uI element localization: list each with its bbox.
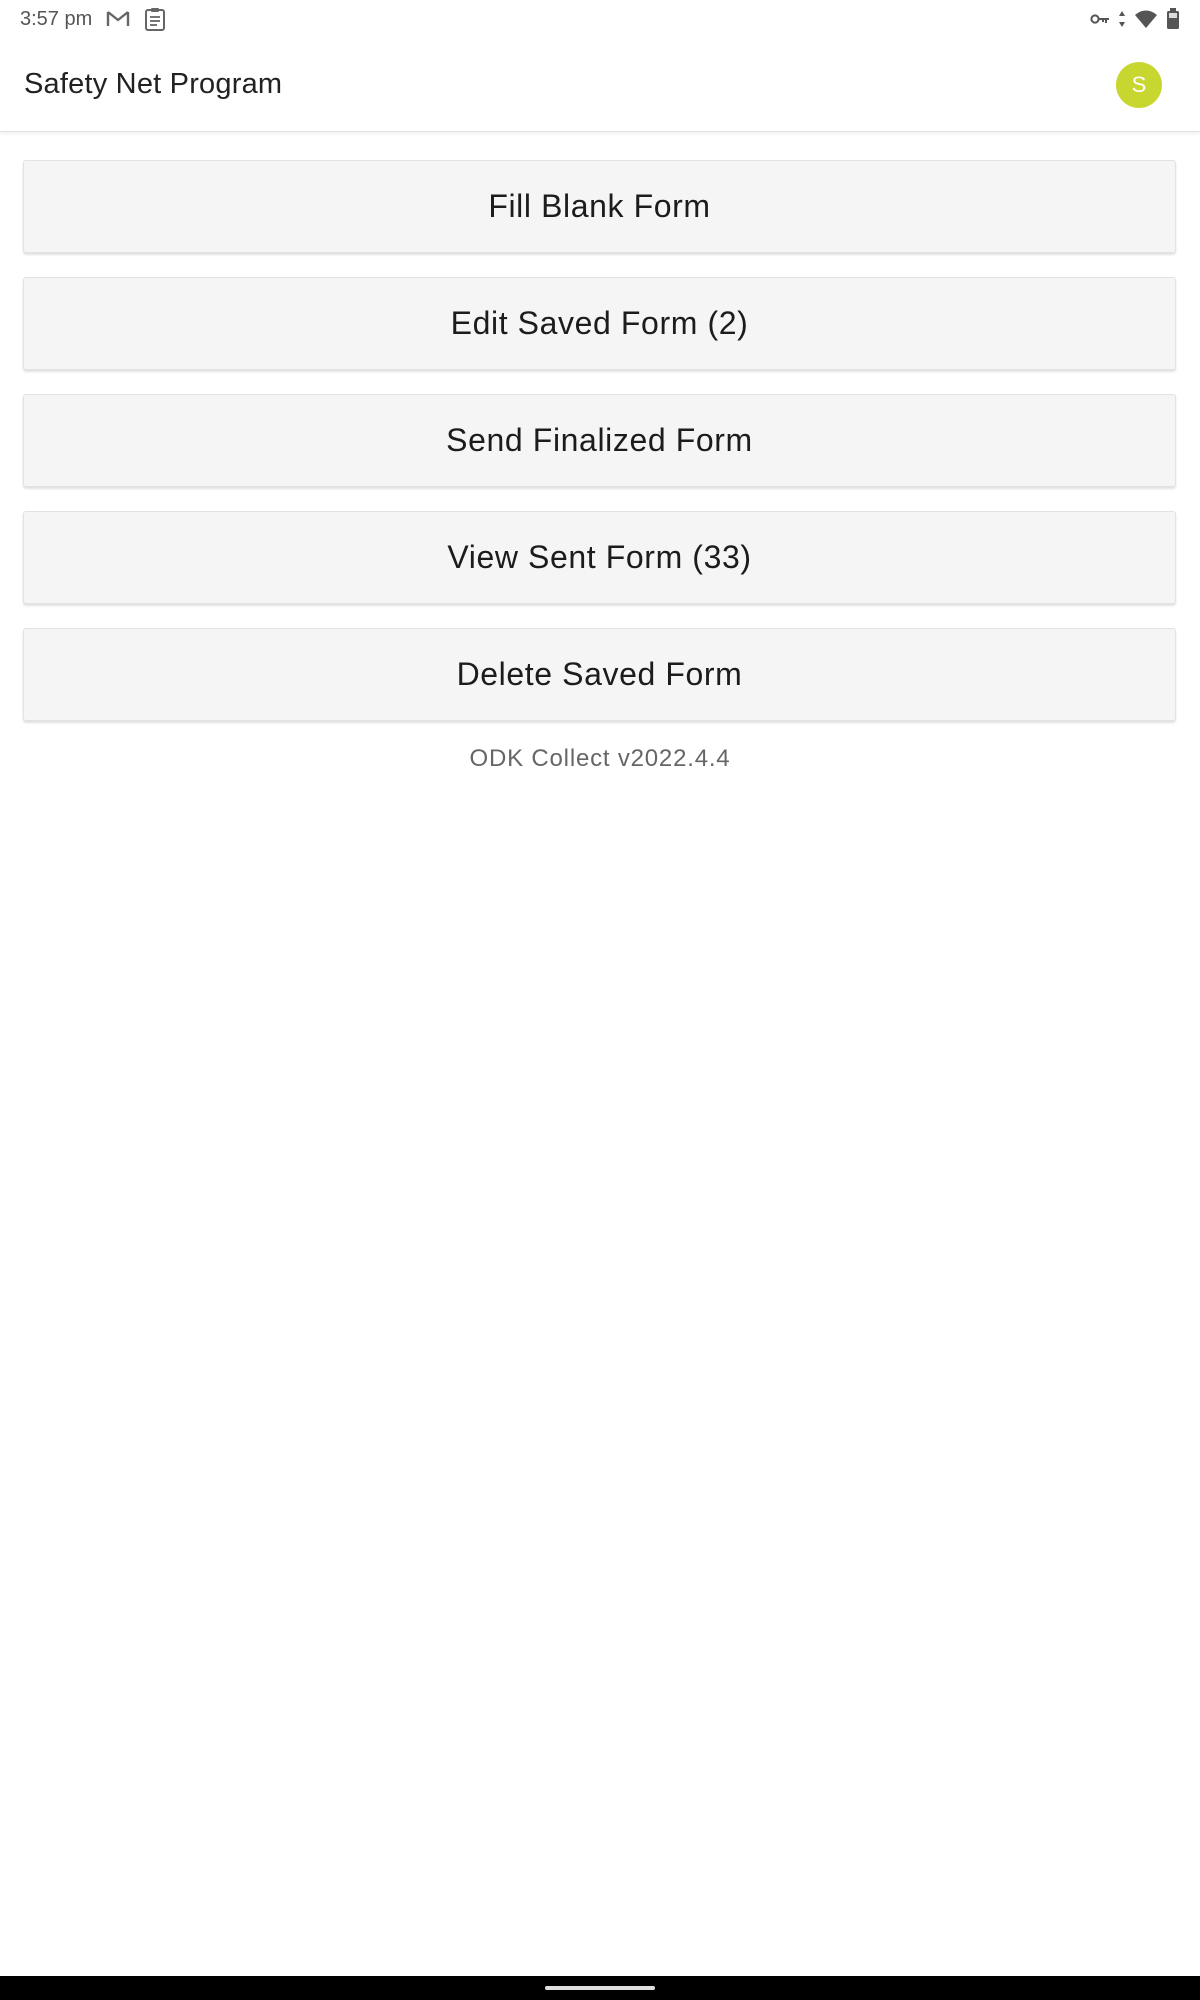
home-gesture-handle[interactable] — [545, 1986, 655, 1990]
status-left: 3:57 pm — [20, 7, 166, 31]
app-version: ODK Collect v2022.4.4 — [469, 745, 731, 772]
navigation-bar — [0, 1976, 1200, 2000]
delete-saved-form-button[interactable]: Delete Saved Form — [23, 628, 1176, 721]
view-sent-form-button[interactable]: View Sent Form (33) — [23, 511, 1176, 604]
app-bar: Safety Net Program S — [0, 38, 1200, 132]
vpn-key-icon — [1090, 12, 1110, 26]
data-arrows-icon — [1118, 10, 1126, 28]
send-finalized-form-button[interactable]: Send Finalized Form — [23, 394, 1176, 487]
fill-blank-form-button[interactable]: Fill Blank Form — [23, 160, 1176, 253]
battery-icon — [1166, 8, 1180, 30]
app-title: Safety Net Program — [24, 68, 283, 100]
status-bar: 3:57 pm — [0, 0, 1200, 38]
main-menu: Fill Blank Form Edit Saved Form (2) Send… — [23, 160, 1176, 721]
edit-saved-form-button[interactable]: Edit Saved Form (2) — [23, 277, 1176, 370]
clipboard-icon — [144, 7, 166, 31]
screen: 3:57 pm Safety Net Program S Fill Blank … — [0, 0, 1200, 2000]
status-time: 3:57 pm — [20, 7, 93, 30]
status-right — [1090, 8, 1180, 30]
gmail-icon — [106, 9, 130, 29]
wifi-icon — [1134, 9, 1158, 29]
project-avatar[interactable]: S — [1116, 61, 1162, 108]
